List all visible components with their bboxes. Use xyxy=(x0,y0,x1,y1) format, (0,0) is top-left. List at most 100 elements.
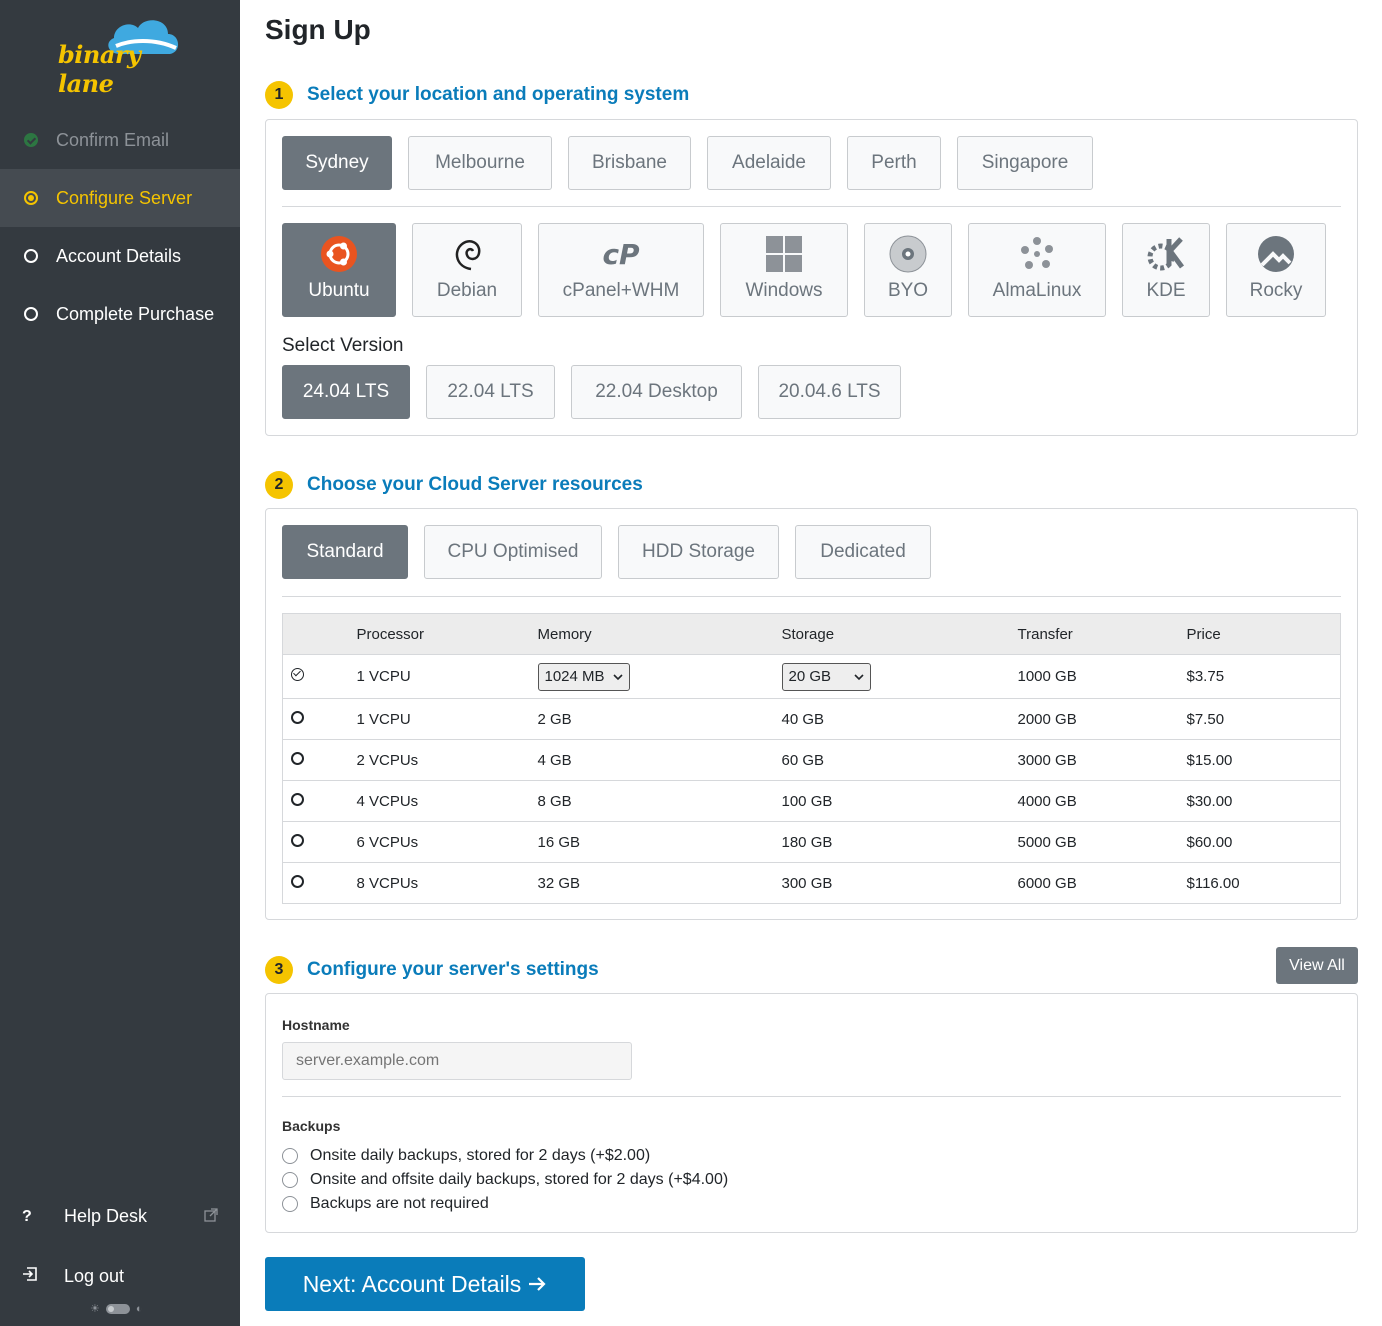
plan-type-cpu-optimised[interactable]: CPU Optimised xyxy=(424,525,602,579)
plan-type-standard[interactable]: Standard xyxy=(282,525,408,579)
location-os-card: Sydney Melbourne Brisbane Adelaide Perth… xyxy=(265,119,1358,436)
next-button-label: Next: Account Details xyxy=(302,1270,522,1297)
radio-icon[interactable] xyxy=(282,1172,298,1188)
os-rocky[interactable]: Rocky xyxy=(1226,223,1326,317)
step-2-header: 2 Choose your Cloud Server resources xyxy=(265,471,643,499)
row-select[interactable] xyxy=(282,739,357,781)
page-title: Sign Up xyxy=(265,14,371,45)
location-brisbane[interactable]: Brisbane xyxy=(568,136,691,190)
cell-processor: 1 VCPU xyxy=(356,698,538,740)
storage-select[interactable]: 20 GB xyxy=(781,662,871,691)
os-label: Ubuntu xyxy=(308,280,370,301)
theme-toggle[interactable]: ☀ ◐ xyxy=(90,1302,143,1316)
location-perth[interactable]: Perth xyxy=(847,136,941,190)
cell-storage: 100 GB xyxy=(781,780,1018,822)
row-select[interactable] xyxy=(282,698,357,740)
brand-logo[interactable]: binary lane xyxy=(58,12,188,98)
backup-option-onsite-offsite[interactable]: Onsite and offsite daily backups, stored… xyxy=(282,1171,728,1189)
select-version-label: Select Version xyxy=(282,335,404,356)
storage-select-value: 20 GB xyxy=(788,668,832,685)
cell-storage: 300 GB xyxy=(781,862,1018,904)
radio-icon[interactable] xyxy=(282,1196,298,1212)
cell-memory: 2 GB xyxy=(537,698,782,740)
sun-icon: ☀ xyxy=(90,1303,100,1315)
sidebar-item-complete-purchase[interactable]: Complete Purchase xyxy=(0,285,240,343)
version-24-04-lts[interactable]: 24.04 LTS xyxy=(282,365,410,419)
version-22-04-lts[interactable]: 22.04 LTS xyxy=(426,365,555,419)
sidebar-item-label: Confirm Email xyxy=(56,129,170,150)
cpanel-icon: cP xyxy=(602,237,640,271)
backup-option-label: Backups are not required xyxy=(310,1195,489,1212)
hostname-label: Hostname xyxy=(282,1017,350,1033)
step-3-header: 3 Configure your server's settings xyxy=(265,956,599,984)
logout-link[interactable]: Log out xyxy=(22,1266,124,1287)
resources-card: Standard CPU Optimised HDD Storage Dedic… xyxy=(265,508,1358,920)
logout-label: Log out xyxy=(64,1266,125,1286)
help-desk-link[interactable]: ? Help Desk xyxy=(22,1206,218,1227)
location-melbourne[interactable]: Melbourne xyxy=(408,136,552,190)
column-header-price: Price xyxy=(1186,613,1341,655)
radio-icon xyxy=(291,833,304,847)
table-row[interactable]: 1 VCPU 1024 MB 20 GB 1000 GB $3.75 xyxy=(282,654,1341,699)
table-row[interactable]: 8 VCPUs 32 GB 300 GB 6000 GB $116.00 xyxy=(282,862,1341,904)
arrow-right-icon xyxy=(529,1277,546,1291)
table-row[interactable]: 2 VCPUs 4 GB 60 GB 3000 GB $15.00 xyxy=(282,739,1341,781)
os-almalinux[interactable]: AlmaLinux xyxy=(968,223,1106,317)
table-row[interactable]: 6 VCPUs 16 GB 180 GB 5000 GB $60.00 xyxy=(282,821,1341,863)
active-step-icon xyxy=(24,191,38,205)
sidebar-item-label: Complete Purchase xyxy=(56,303,215,324)
backups-label: Backups xyxy=(282,1118,341,1134)
os-windows[interactable]: Windows xyxy=(720,223,848,317)
radio-icon[interactable] xyxy=(282,1148,298,1164)
location-sydney[interactable]: Sydney xyxy=(282,136,392,190)
os-debian[interactable]: Debian xyxy=(412,223,522,317)
circle-icon xyxy=(24,307,38,321)
next-account-details-button[interactable]: Next: Account Details xyxy=(265,1257,585,1311)
row-select[interactable] xyxy=(282,654,357,699)
cell-storage: 180 GB xyxy=(781,821,1018,863)
version-20-04-6-lts[interactable]: 20.04.6 LTS xyxy=(758,365,901,419)
hostname-input[interactable] xyxy=(282,1042,632,1080)
cell-price: $116.00 xyxy=(1186,862,1341,904)
row-select[interactable] xyxy=(282,780,357,822)
cell-memory: 8 GB xyxy=(537,780,782,822)
plan-type-dedicated[interactable]: Dedicated xyxy=(795,525,931,579)
question-icon: ? xyxy=(22,1207,32,1225)
os-label: Windows xyxy=(745,280,823,301)
os-cpanel-whm[interactable]: cP cPanel+WHM xyxy=(538,223,704,317)
os-ubuntu[interactable]: Ubuntu xyxy=(282,223,396,317)
plan-type-hdd-storage[interactable]: HDD Storage xyxy=(618,525,779,579)
backup-option-label: Onsite and offsite daily backups, stored… xyxy=(310,1171,729,1188)
location-singapore[interactable]: Singapore xyxy=(957,136,1093,190)
radio-icon xyxy=(291,751,304,765)
cell-price: $30.00 xyxy=(1186,780,1341,822)
server-settings-card: Hostname Backups Onsite daily backups, s… xyxy=(265,993,1358,1233)
memory-select-value: 1024 MB xyxy=(544,668,605,685)
memory-select[interactable]: 1024 MB xyxy=(537,662,630,691)
row-select[interactable] xyxy=(282,862,357,904)
radio-icon xyxy=(291,710,304,724)
radio-icon xyxy=(291,874,304,888)
os-byo[interactable]: BYO xyxy=(864,223,952,317)
cell-processor: 2 VCPUs xyxy=(356,739,538,781)
table-row[interactable]: 4 VCPUs 8 GB 100 GB 4000 GB $30.00 xyxy=(282,780,1341,822)
debian-icon xyxy=(447,234,487,274)
view-all-button[interactable]: View All xyxy=(1276,947,1358,984)
step-title: Configure your server's settings xyxy=(307,959,599,980)
cell-storage: 40 GB xyxy=(781,698,1018,740)
version-22-04-desktop[interactable]: 22.04 Desktop xyxy=(571,365,742,419)
sidebar-item-configure-server[interactable]: Configure Server xyxy=(0,169,240,227)
backup-option-onsite[interactable]: Onsite daily backups, stored for 2 days … xyxy=(282,1147,650,1165)
sidebar-item-account-details[interactable]: Account Details xyxy=(0,227,240,285)
toggle-switch[interactable] xyxy=(105,1303,130,1314)
sidebar-item-confirm-email[interactable]: Confirm Email xyxy=(0,111,240,169)
location-adelaide[interactable]: Adelaide xyxy=(707,136,831,190)
table-row[interactable]: 1 VCPU 2 GB 40 GB 2000 GB $7.50 xyxy=(282,698,1341,740)
cell-transfer: 3000 GB xyxy=(1017,739,1187,781)
cell-processor: 4 VCPUs xyxy=(356,780,538,822)
cell-memory: 32 GB xyxy=(537,862,782,904)
os-kde[interactable]: KDE xyxy=(1122,223,1210,317)
backup-option-none[interactable]: Backups are not required xyxy=(282,1195,489,1213)
signup-steps-nav: Confirm Email Configure Server Account D… xyxy=(0,111,240,343)
row-select[interactable] xyxy=(282,821,357,863)
